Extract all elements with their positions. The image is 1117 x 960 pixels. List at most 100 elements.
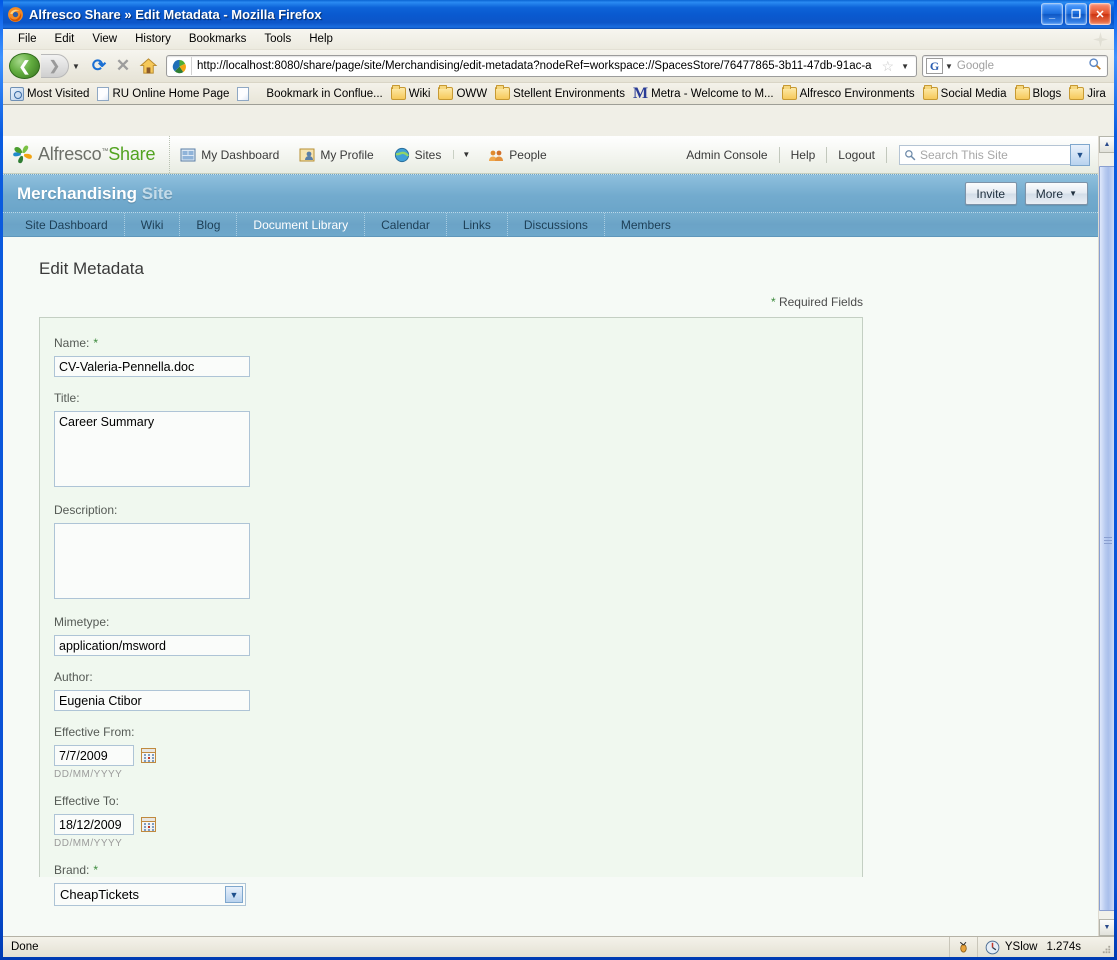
bookmarks-toolbar: Most Visited RU Online Home Page Bookmar… bbox=[3, 83, 1114, 105]
scroll-up-button[interactable]: ▲ bbox=[1099, 136, 1114, 153]
sites-dropdown-icon[interactable]: ▼ bbox=[453, 150, 478, 159]
title-label: Title: bbox=[54, 391, 80, 405]
nav-my-dashboard[interactable]: My Dashboard bbox=[170, 136, 289, 173]
close-button[interactable]: ✕ bbox=[1089, 3, 1111, 25]
browser-search-bar[interactable]: G ▼ Google bbox=[922, 55, 1108, 77]
maximize-button[interactable]: ❐ bbox=[1065, 3, 1087, 25]
bookmark-alfresco-environments[interactable]: Alfresco Environments bbox=[779, 85, 920, 101]
back-button[interactable]: ❮ bbox=[9, 53, 40, 79]
site-navigation: Site Dashboard Wiki Blog Document Librar… bbox=[3, 212, 1098, 237]
tab-discussions[interactable]: Discussions bbox=[508, 213, 605, 236]
menu-edit[interactable]: Edit bbox=[46, 31, 84, 47]
window-title: Alfresco Share » Edit Metadata - Mozilla… bbox=[29, 7, 322, 22]
site-name: Merchandising bbox=[17, 183, 137, 203]
menu-help[interactable]: Help bbox=[300, 31, 342, 47]
nav-people[interactable]: People bbox=[478, 136, 556, 173]
link-logout[interactable]: Logout bbox=[827, 148, 886, 162]
page-scrollbar[interactable]: ▲ ▼ bbox=[1098, 136, 1114, 936]
history-dropdown-icon[interactable]: ▼ bbox=[69, 62, 83, 71]
browser-search-input[interactable]: Google bbox=[957, 60, 1086, 72]
effective-to-input[interactable] bbox=[54, 814, 134, 835]
calendar-icon[interactable] bbox=[141, 748, 156, 763]
link-help[interactable]: Help bbox=[780, 148, 827, 162]
menu-tools[interactable]: Tools bbox=[255, 31, 300, 47]
nav-sites[interactable]: Sites bbox=[384, 136, 452, 173]
site-search-placeholder: Search This Site bbox=[920, 147, 1008, 162]
nav-label: My Profile bbox=[320, 147, 374, 162]
firefox-icon bbox=[8, 7, 23, 22]
calendar-icon[interactable] bbox=[141, 817, 156, 832]
required-fields-note: * Required Fields bbox=[39, 295, 863, 309]
tab-site-dashboard[interactable]: Site Dashboard bbox=[9, 213, 125, 236]
field-effective-from: Effective From: DD/MM/YYYY bbox=[54, 725, 862, 780]
name-input[interactable] bbox=[54, 356, 250, 377]
menu-bookmarks[interactable]: Bookmarks bbox=[180, 31, 256, 47]
firebug-icon[interactable] bbox=[948, 937, 977, 957]
bookmark-jira[interactable]: Jira bbox=[1066, 85, 1111, 101]
reload-icon[interactable]: ⟳ bbox=[87, 56, 111, 76]
effective-to-row bbox=[54, 814, 862, 835]
menu-file[interactable]: File bbox=[9, 31, 46, 47]
yslow-status[interactable]: YSlow 1.274s bbox=[976, 937, 1100, 957]
site-search-dropdown-button[interactable]: ▼ bbox=[1070, 143, 1090, 166]
bookmarks-overflow-icon[interactable]: » bbox=[1111, 86, 1114, 101]
status-text: Done bbox=[11, 941, 39, 953]
invite-button[interactable]: Invite bbox=[964, 182, 1017, 205]
tab-links[interactable]: Links bbox=[447, 213, 508, 236]
forward-button[interactable]: ❯ bbox=[41, 54, 69, 78]
globe-icon bbox=[394, 147, 409, 162]
description-textarea[interactable] bbox=[54, 523, 250, 599]
bookmark-star-icon[interactable]: ☆ bbox=[879, 58, 898, 75]
browser-window: Alfresco Share » Edit Metadata - Mozilla… bbox=[0, 0, 1117, 960]
bookmark-confluence[interactable]: Bookmark in Conflue... bbox=[234, 86, 387, 102]
url-dropdown-icon[interactable]: ▼ bbox=[897, 62, 913, 71]
brand-select[interactable]: CheapTickets ▼ bbox=[54, 883, 246, 906]
author-input[interactable] bbox=[54, 690, 250, 711]
more-button[interactable]: More ▼ bbox=[1024, 182, 1088, 205]
scrollbar-grip bbox=[1104, 535, 1112, 546]
tab-blog[interactable]: Blog bbox=[180, 213, 238, 236]
stop-icon[interactable]: ✕ bbox=[111, 56, 135, 76]
navigation-toolbar: ❮ ❯ ▼ ⟳ ✕ http://localhost:8080/share/pa… bbox=[3, 50, 1114, 83]
minimize-button[interactable]: _ bbox=[1041, 3, 1063, 25]
bookmark-metra[interactable]: M Metra - Welcome to M... bbox=[630, 85, 779, 102]
home-icon[interactable] bbox=[135, 57, 161, 76]
scrollbar-thumb[interactable] bbox=[1099, 166, 1114, 911]
bookmark-most-visited[interactable]: Most Visited bbox=[7, 86, 94, 102]
search-engine-dropdown-icon[interactable]: ▼ bbox=[945, 62, 957, 71]
menu-history[interactable]: History bbox=[126, 31, 180, 47]
menu-view[interactable]: View bbox=[83, 31, 126, 47]
effective-from-input[interactable] bbox=[54, 745, 134, 766]
bookmark-stellent-environments[interactable]: Stellent Environments bbox=[492, 85, 630, 101]
required-star-icon: * bbox=[93, 863, 99, 877]
folder-icon bbox=[495, 85, 511, 100]
mimetype-input[interactable] bbox=[54, 635, 250, 656]
bookmark-label: Social Media bbox=[940, 87, 1007, 100]
bookmark-social-media[interactable]: Social Media bbox=[920, 85, 1012, 101]
bookmark-blogs[interactable]: Blogs bbox=[1012, 85, 1067, 101]
title-textarea[interactable]: Career Summary bbox=[54, 411, 250, 487]
page-viewport: Alfresco™Share My Dashboard My Profile S… bbox=[3, 136, 1114, 936]
search-magnifier-icon[interactable] bbox=[1086, 57, 1104, 76]
google-icon[interactable]: G bbox=[926, 58, 943, 74]
bookmark-ru-online[interactable]: RU Online Home Page bbox=[94, 86, 234, 102]
yslow-time: 1.274s bbox=[1046, 941, 1081, 953]
link-admin-console[interactable]: Admin Console bbox=[675, 148, 778, 162]
chevron-down-icon[interactable]: ▼ bbox=[225, 886, 243, 903]
alfresco-logo[interactable]: Alfresco™Share bbox=[11, 136, 171, 173]
bookmark-wiki[interactable]: Wiki bbox=[388, 85, 436, 101]
tab-wiki[interactable]: Wiki bbox=[125, 213, 181, 236]
tab-document-library[interactable]: Document Library bbox=[237, 213, 366, 236]
site-search-input[interactable]: Search This Site bbox=[899, 144, 1071, 165]
tab-members[interactable]: Members bbox=[605, 213, 687, 236]
tab-calendar[interactable]: Calendar bbox=[365, 213, 447, 236]
nav-my-profile[interactable]: My Profile bbox=[289, 136, 383, 173]
bookmark-oww[interactable]: OWW bbox=[435, 85, 492, 101]
bookmark-label: Most Visited bbox=[27, 87, 90, 100]
more-label: More bbox=[1035, 186, 1064, 201]
scroll-down-button[interactable]: ▼ bbox=[1099, 919, 1114, 936]
folder-icon bbox=[781, 85, 797, 100]
resize-grip[interactable] bbox=[1100, 937, 1114, 957]
url-text[interactable]: http://localhost:8080/share/page/site/Me… bbox=[197, 60, 879, 72]
url-bar[interactable]: http://localhost:8080/share/page/site/Me… bbox=[166, 55, 917, 77]
